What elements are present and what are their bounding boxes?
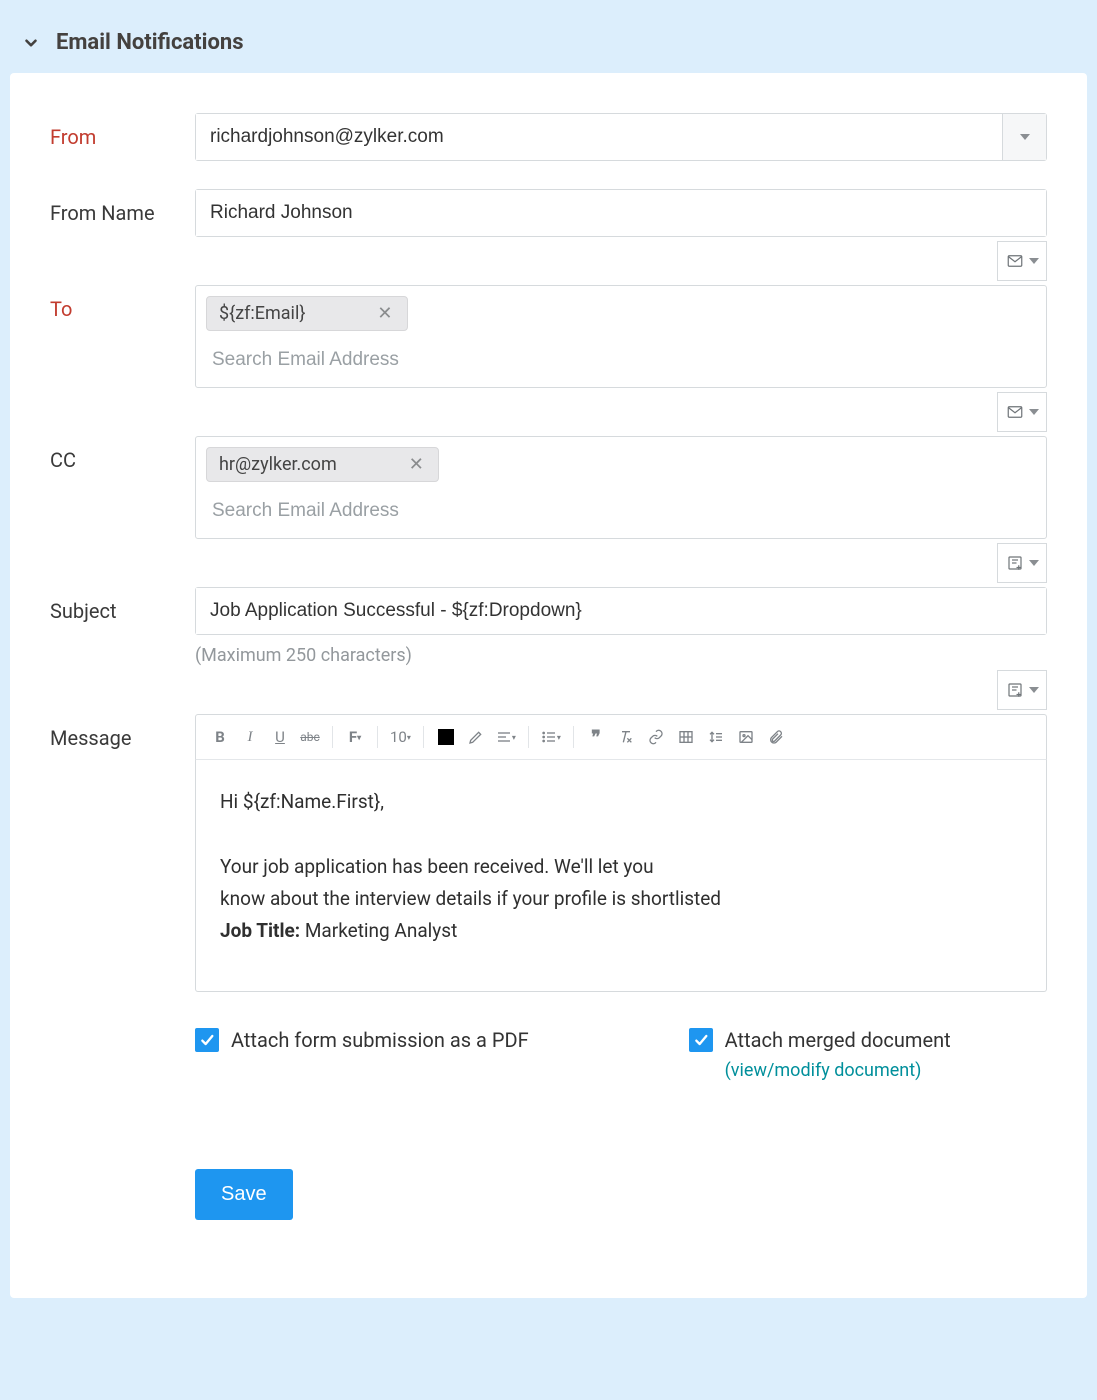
attach-pdf-checkbox[interactable]: Attach form submission as a PDF xyxy=(195,1028,529,1052)
subject-input[interactable] xyxy=(196,588,1046,634)
pencil-icon xyxy=(468,729,484,745)
strikethrough-button[interactable]: abc xyxy=(300,725,320,749)
color-swatch-icon xyxy=(438,729,454,745)
editor-toolbar: B I U abc F ▾ 10 ▾ ▾ xyxy=(195,714,1047,760)
message-editor[interactable]: Hi ${zf:Name.First}, Your job applicatio… xyxy=(195,760,1047,992)
to-chip-label: ${zf:Email} xyxy=(219,303,305,324)
subject-hint: (Maximum 250 characters) xyxy=(195,635,1047,666)
message-body-line2: know about the interview details if your… xyxy=(220,883,1022,915)
form-panel: From From Name To xyxy=(10,73,1087,1298)
from-label: From xyxy=(50,113,195,149)
attach-pdf-label: Attach form submission as a PDF xyxy=(231,1028,529,1052)
remove-chip-icon[interactable]: ✕ xyxy=(375,303,394,324)
cc-chip-label: hr@zylker.com xyxy=(219,454,337,475)
insert-field-icon xyxy=(1005,554,1025,572)
bold-button[interactable]: B xyxy=(210,725,230,749)
to-recipient-box[interactable]: ${zf:Email} ✕ xyxy=(195,285,1047,388)
toolbar-separator xyxy=(332,726,333,748)
align-left-icon xyxy=(496,729,512,745)
view-modify-document-link[interactable]: (view/modify document) xyxy=(725,1060,951,1081)
toolbar-separator xyxy=(377,726,378,748)
from-name-label: From Name xyxy=(50,189,195,225)
attachment-button[interactable] xyxy=(766,725,786,749)
from-name-input[interactable] xyxy=(196,190,1046,236)
caret-down-icon xyxy=(1029,687,1039,693)
from-name-field[interactable] xyxy=(195,189,1047,237)
list-button[interactable]: ▾ xyxy=(541,725,561,749)
envelope-icon xyxy=(1005,252,1025,270)
cc-search-input[interactable] xyxy=(204,486,1038,530)
checkbox-checked-icon xyxy=(689,1028,713,1052)
message-greeting: Hi ${zf:Name.First}, xyxy=(220,786,1022,818)
underline-button[interactable]: U xyxy=(270,725,290,749)
cc-picker-button[interactable] xyxy=(997,392,1047,432)
job-title-value: Marketing Analyst xyxy=(300,919,457,942)
to-picker-button[interactable] xyxy=(997,241,1047,281)
to-label: To xyxy=(50,285,195,321)
toolbar-separator xyxy=(573,726,574,748)
table-button[interactable] xyxy=(676,725,696,749)
to-chip: ${zf:Email} ✕ xyxy=(206,296,408,331)
chevron-down-icon xyxy=(20,32,42,54)
message-body-line1: Your job application has been received. … xyxy=(220,851,1022,883)
paperclip-icon xyxy=(768,729,784,745)
from-select[interactable] xyxy=(195,113,1047,161)
message-insert-button[interactable] xyxy=(997,670,1047,710)
quote-button[interactable]: ❞ xyxy=(586,725,606,749)
line-spacing-button[interactable] xyxy=(706,725,726,749)
save-button[interactable]: Save xyxy=(195,1169,293,1220)
to-search-input[interactable] xyxy=(204,335,1038,379)
link-icon xyxy=(648,729,664,745)
attach-merged-label: Attach merged document xyxy=(725,1028,951,1052)
caret-down-icon xyxy=(1029,409,1039,415)
insert-field-icon xyxy=(1005,681,1025,699)
link-button[interactable] xyxy=(646,725,666,749)
image-icon xyxy=(738,729,754,745)
italic-button[interactable]: I xyxy=(240,725,260,749)
caret-down-icon xyxy=(1020,134,1030,140)
subject-insert-button[interactable] xyxy=(997,543,1047,583)
from-input[interactable] xyxy=(196,114,1002,160)
cc-recipient-box[interactable]: hr@zylker.com ✕ xyxy=(195,436,1047,539)
remove-chip-icon[interactable]: ✕ xyxy=(407,454,426,475)
highlight-button[interactable] xyxy=(466,725,486,749)
font-family-button[interactable]: F ▾ xyxy=(345,725,365,749)
message-job-line: Job Title: Marketing Analyst xyxy=(220,915,1022,947)
section-header[interactable]: Email Notifications xyxy=(10,10,1087,73)
section-title: Email Notifications xyxy=(56,30,244,55)
align-button[interactable]: ▾ xyxy=(496,725,516,749)
subject-field[interactable] xyxy=(195,587,1047,635)
envelope-icon xyxy=(1005,403,1025,421)
from-caret[interactable] xyxy=(1002,114,1046,160)
job-title-label: Job Title: xyxy=(220,919,300,942)
toolbar-separator xyxy=(528,726,529,748)
font-size-button[interactable]: 10 ▾ xyxy=(390,725,411,749)
message-label: Message xyxy=(50,714,195,750)
line-spacing-icon xyxy=(708,729,724,745)
checkbox-checked-icon xyxy=(195,1028,219,1052)
clear-format-button[interactable] xyxy=(616,725,636,749)
bullet-list-icon xyxy=(541,729,557,745)
clear-format-icon xyxy=(618,729,634,745)
attach-merged-checkbox[interactable]: Attach merged document xyxy=(689,1028,951,1052)
subject-label: Subject xyxy=(50,587,195,623)
text-color-button[interactable] xyxy=(436,725,456,749)
table-icon xyxy=(678,729,694,745)
caret-down-icon xyxy=(1029,560,1039,566)
cc-label: CC xyxy=(50,436,195,472)
image-button[interactable] xyxy=(736,725,756,749)
cc-chip: hr@zylker.com ✕ xyxy=(206,447,439,482)
caret-down-icon xyxy=(1029,258,1039,264)
toolbar-separator xyxy=(423,726,424,748)
